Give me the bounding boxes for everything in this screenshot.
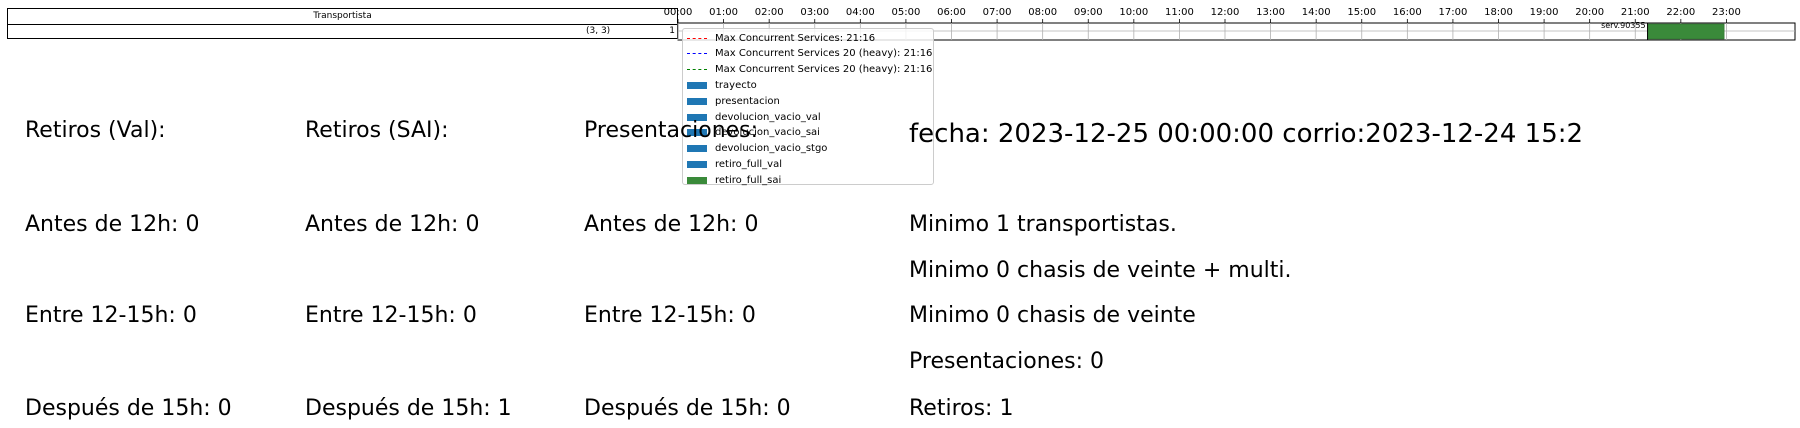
presentaciones-title: Presentaciones: xyxy=(584,118,759,143)
legend-box-swatch xyxy=(687,160,707,168)
x-tick-label: 15:00 xyxy=(1347,7,1376,18)
x-tick-label: 18:00 xyxy=(1484,7,1513,18)
retiros-count: Retiros: 1 xyxy=(909,396,1014,421)
legend-item: Max Concurrent Services 20 (heavy): 21:1… xyxy=(687,63,932,77)
presentaciones-antes: Antes de 12h: 0 xyxy=(584,212,759,237)
retiros-val-despues: Después de 15h: 0 xyxy=(25,396,232,421)
x-tick-label: 08:00 xyxy=(1028,7,1057,18)
x-tick-label: 23:00 xyxy=(1712,7,1741,18)
legend-label: Max Concurrent Services 20 (heavy): 21:1… xyxy=(715,48,933,60)
presentaciones-entre: Entre 12-15h: 0 xyxy=(584,303,756,328)
x-tick-label: 13:00 xyxy=(1256,7,1285,18)
retiros-val-antes: Antes de 12h: 0 xyxy=(25,212,200,237)
legend-line-swatch xyxy=(687,53,707,55)
legend-line-swatch xyxy=(687,69,707,71)
x-tick-label: 07:00 xyxy=(983,7,1012,18)
x-tick-label: 21:00 xyxy=(1621,7,1650,18)
legend-label: retiro_full_val xyxy=(715,158,782,170)
min-chasis: Minimo 0 chasis de veinte xyxy=(909,303,1196,328)
legend-label: Max Concurrent Services: 21:16 xyxy=(715,32,876,44)
legend-label: Max Concurrent Services 20 (heavy): 21:1… xyxy=(715,64,933,76)
min-transportistas: Minimo 1 transportistas. xyxy=(909,212,1177,237)
x-tick-label: 14:00 xyxy=(1302,7,1331,18)
x-tick-label: 12:00 xyxy=(1211,7,1240,18)
x-tick-label: 04:00 xyxy=(846,7,875,18)
legend-box-swatch xyxy=(687,97,707,105)
x-tick-label: 09:00 xyxy=(1074,7,1103,18)
legend-item: devolucion_vacio_stgo xyxy=(687,142,827,156)
x-tick-label: 03:00 xyxy=(800,7,829,18)
retiros-sai-title: Retiros (SAI): xyxy=(305,118,449,143)
legend-item: retiro_full_sai xyxy=(687,173,781,187)
retiros-sai-antes: Antes de 12h: 0 xyxy=(305,212,480,237)
x-tick-label: 02:00 xyxy=(755,7,784,18)
x-tick-label: 19:00 xyxy=(1530,7,1559,18)
x-tick-label: 06:00 xyxy=(937,7,966,18)
gantt-bar-label: serv.90355 xyxy=(1601,21,1645,30)
retiros-sai-despues: Después de 15h: 1 xyxy=(305,396,512,421)
legend-line-swatch xyxy=(687,37,707,39)
legend-item: presentacion xyxy=(687,94,780,108)
x-tick-label: 00:00 xyxy=(664,7,693,18)
x-tick-label: 01:00 xyxy=(709,7,738,18)
retiros-sai-entre: Entre 12-15h: 0 xyxy=(305,303,477,328)
x-tick-label: 11:00 xyxy=(1165,7,1194,18)
x-tick-label: 05:00 xyxy=(892,7,921,18)
retiros-val-title: Retiros (Val): xyxy=(25,118,166,143)
retiros-val-entre: Entre 12-15h: 0 xyxy=(25,303,197,328)
chart-legend: Max Concurrent Services: 21:16 Max Concur… xyxy=(682,28,934,187)
x-tick-label: 16:00 xyxy=(1393,7,1422,18)
legend-box-swatch xyxy=(687,145,707,153)
gantt-bar xyxy=(1647,23,1725,40)
min-chasis-multi: Minimo 0 chasis de veinte + multi. xyxy=(909,258,1292,283)
legend-label: presentacion xyxy=(715,95,780,107)
legend-item: Max Concurrent Services: 21:16 xyxy=(687,31,875,45)
legend-item: retiro_full_val xyxy=(687,157,782,171)
legend-item: trayecto xyxy=(687,78,757,92)
fecha-corrio: fecha: 2023-12-25 00:00:00 corrio:2023-1… xyxy=(909,119,1584,149)
legend-item: Max Concurrent Services 20 (heavy): 21:1… xyxy=(687,47,932,61)
presentaciones-despues: Después de 15h: 0 xyxy=(584,396,791,421)
x-tick-label: 10:00 xyxy=(1119,7,1148,18)
legend-label: devolucion_vacio_stgo xyxy=(715,143,828,155)
legend-label: retiro_full_sai xyxy=(715,174,782,186)
legend-box-swatch xyxy=(687,81,707,89)
legend-label: trayecto xyxy=(715,79,757,91)
legend-box-swatch xyxy=(687,176,707,184)
x-tick-label: 17:00 xyxy=(1439,7,1468,18)
x-tick-label: 20:00 xyxy=(1575,7,1604,18)
x-tick-label: 22:00 xyxy=(1666,7,1695,18)
presentaciones-count: Presentaciones: 0 xyxy=(909,349,1105,374)
